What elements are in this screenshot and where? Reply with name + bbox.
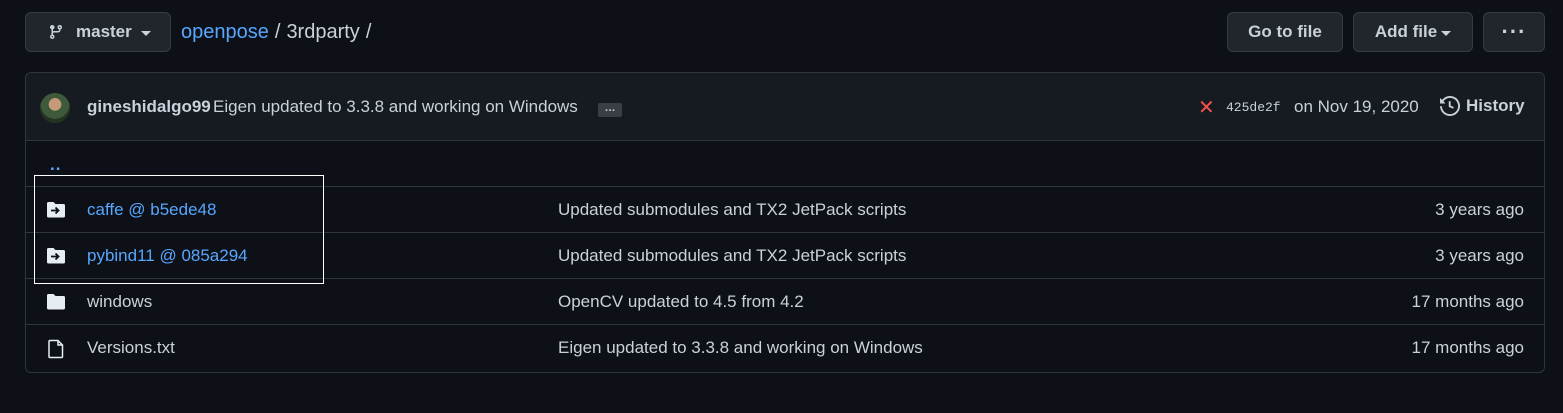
add-file-label: Add file [1374,22,1438,41]
file-commit-message-link[interactable]: OpenCV updated to 4.5 from 4.2 [558,292,804,312]
more-options-button[interactable]: ··· [1483,12,1545,52]
go-to-file-button[interactable]: Go to file [1227,12,1343,52]
file-row[interactable]: caffe @ b5ede48 Updated submodules and T… [26,187,1544,233]
check-failed-icon[interactable]: ✕ [1198,95,1215,120]
expand-commit-message-button[interactable]: … [598,103,622,117]
commit-date: on Nov 19, 2020 [1294,97,1419,116]
avatar[interactable] [40,93,70,123]
file-commit-message-link[interactable]: Updated submodules and TX2 JetPack scrip… [558,246,906,266]
branch-name: master [76,22,132,41]
file-age: 17 months ago [1411,292,1524,311]
git-branch-icon [49,25,62,40]
latest-commit-bar: gineshidalgo99 Eigen updated to 3.3.8 an… [26,73,1544,141]
commit-message-link[interactable]: Eigen updated to 3.3.8 and working on Wi… [213,97,578,117]
file-age: 3 years ago [1435,246,1524,265]
history-icon [1440,96,1460,116]
chevron-down-icon [1441,30,1452,36]
add-file-button[interactable]: Add file [1353,12,1473,52]
breadcrumb-separator: / [365,20,372,43]
parent-directory-link[interactable]: .. [50,155,61,175]
breadcrumb: openpose / 3rdparty / [181,12,377,52]
file-browser: gineshidalgo99 Eigen updated to 3.3.8 an… [25,72,1545,373]
history-link[interactable]: History [1440,96,1525,116]
breadcrumb-current-folder: 3rdparty [286,20,360,43]
breadcrumb-repo-link[interactable]: openpose [181,21,269,44]
file-name-link[interactable]: caffe @ b5ede48 [87,200,216,220]
file-name-link[interactable]: Versions.txt [87,338,175,358]
repo-toolbar: master openpose / 3rdparty / Go to file … [25,12,1545,52]
file-row[interactable]: Versions.txt Eigen updated to 3.3.8 and … [26,325,1544,371]
commit-sha-link[interactable]: 425de2f [1226,100,1281,115]
file-commit-message-link[interactable]: Eigen updated to 3.3.8 and working on Wi… [558,338,923,358]
commit-author-link[interactable]: gineshidalgo99 [87,97,211,117]
chevron-down-icon [140,30,151,36]
file-row[interactable]: pybind11 @ 085a294 Updated submodules an… [26,233,1544,279]
file-age: 3 years ago [1435,200,1524,219]
file-name-link[interactable]: pybind11 @ 085a294 [87,246,248,266]
folder-icon [47,294,65,310]
submodule-icon [47,248,65,264]
history-label: History [1466,96,1525,115]
file-commit-message-link[interactable]: Updated submodules and TX2 JetPack scrip… [558,200,906,220]
file-row[interactable]: windows OpenCV updated to 4.5 from 4.2 1… [26,279,1544,325]
branch-selector-button[interactable]: master [25,12,171,52]
file-age: 17 months ago [1411,338,1524,357]
submodule-icon [47,202,65,218]
file-name-link[interactable]: windows [87,292,152,312]
breadcrumb-separator: / [274,20,281,43]
file-icon [48,339,64,359]
parent-directory-row[interactable]: .. [26,141,1544,187]
